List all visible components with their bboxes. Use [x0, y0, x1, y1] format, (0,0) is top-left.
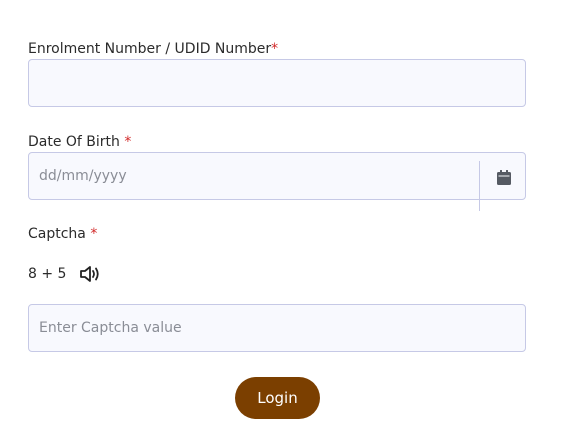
dob-divider [479, 161, 480, 211]
captcha-label: Captcha * [28, 225, 97, 243]
login-form: Enrolment Number / UDID Number* Date Of … [0, 0, 562, 443]
dob-field-box [28, 152, 526, 211]
calendar-icon [497, 169, 511, 185]
captcha-audio-button[interactable] [80, 264, 102, 284]
enrolment-input[interactable] [29, 60, 525, 106]
enrolment-label: Enrolment Number / UDID Number* [28, 40, 278, 58]
speaker-icon [80, 266, 100, 282]
dob-input[interactable] [29, 153, 479, 199]
calendar-button[interactable] [489, 165, 519, 189]
captcha-field-box [28, 304, 526, 352]
required-asterisk: * [90, 226, 98, 242]
enrolment-label-text: Enrolment Number / UDID Number [28, 41, 272, 57]
login-button[interactable]: Login [235, 377, 320, 419]
enrolment-field-box [28, 59, 526, 107]
captcha-input[interactable] [29, 305, 525, 351]
captcha-row: 8 + 5 [28, 264, 102, 284]
captcha-question: 8 + 5 [28, 266, 67, 282]
required-asterisk: * [124, 134, 132, 150]
required-asterisk: * [271, 41, 279, 57]
dob-label-text: Date Of Birth [28, 134, 125, 150]
captcha-label-text: Captcha [28, 226, 91, 242]
dob-label: Date Of Birth * [28, 133, 131, 151]
